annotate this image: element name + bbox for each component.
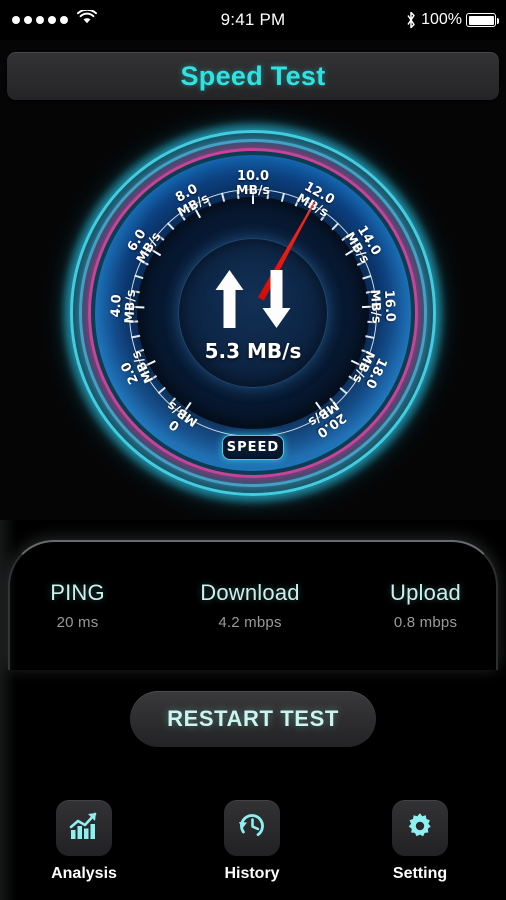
nav-label-history: History	[224, 865, 280, 882]
battery-percentage: 100%	[421, 11, 462, 28]
restart-test-button[interactable]: RESTART TEST	[130, 691, 376, 747]
speedometer-gauge: 0 MB/s 2.0 MB/s 4.0 MB/s 6.0 MB/s 8.0 MB/s 10.0 MB/…	[0, 108, 506, 518]
restart-test-label: RESTART TEST	[167, 706, 339, 731]
stat-value: 0.8 mbps	[393, 614, 458, 631]
nav-icon-box	[392, 800, 448, 856]
speed-badge-label: SPEED	[226, 440, 280, 455]
page-title: Speed Test	[180, 60, 326, 91]
stat-upload: Upload 0.8 mbps	[345, 580, 506, 631]
download-arrow-icon	[262, 268, 292, 330]
app-header-bar: Speed Test	[7, 52, 499, 100]
battery-icon	[466, 13, 499, 27]
stat-label: Upload	[390, 580, 461, 605]
bluetooth-icon	[405, 11, 417, 29]
stat-value: 4.2 mbps	[218, 614, 282, 631]
bottom-navigation: Analysis History Setting	[0, 800, 506, 900]
gear-icon	[404, 810, 436, 847]
speed-badge: SPEED	[222, 435, 284, 460]
stat-download: Download 4.2 mbps	[155, 580, 345, 631]
chart-trend-icon	[68, 810, 100, 847]
upload-arrow-icon	[215, 268, 245, 330]
stat-ping: PING 20 ms	[0, 580, 155, 631]
stat-value: 20 ms	[56, 614, 99, 631]
status-bar-right: 100%	[405, 11, 499, 29]
stat-label: Download	[200, 580, 300, 605]
gauge-center-speed: 5.3 MB/s	[204, 339, 302, 363]
nav-icon-box	[224, 800, 280, 856]
transfer-arrows	[215, 268, 292, 330]
clock-rewind-icon	[236, 810, 268, 847]
nav-label-analysis: Analysis	[51, 865, 117, 882]
status-bar: 9:41 PM 100%	[0, 0, 506, 40]
nav-label-setting: Setting	[392, 865, 448, 882]
nav-item-history[interactable]: History	[168, 800, 336, 883]
nav-item-analysis[interactable]: Analysis	[0, 800, 168, 883]
nav-icon-box	[56, 800, 112, 856]
results-stats-row: PING 20 ms Download 4.2 mbps Upload 0.8 mbps	[0, 580, 506, 631]
stat-label: PING	[50, 580, 105, 605]
nav-item-setting[interactable]: Setting	[336, 800, 504, 883]
